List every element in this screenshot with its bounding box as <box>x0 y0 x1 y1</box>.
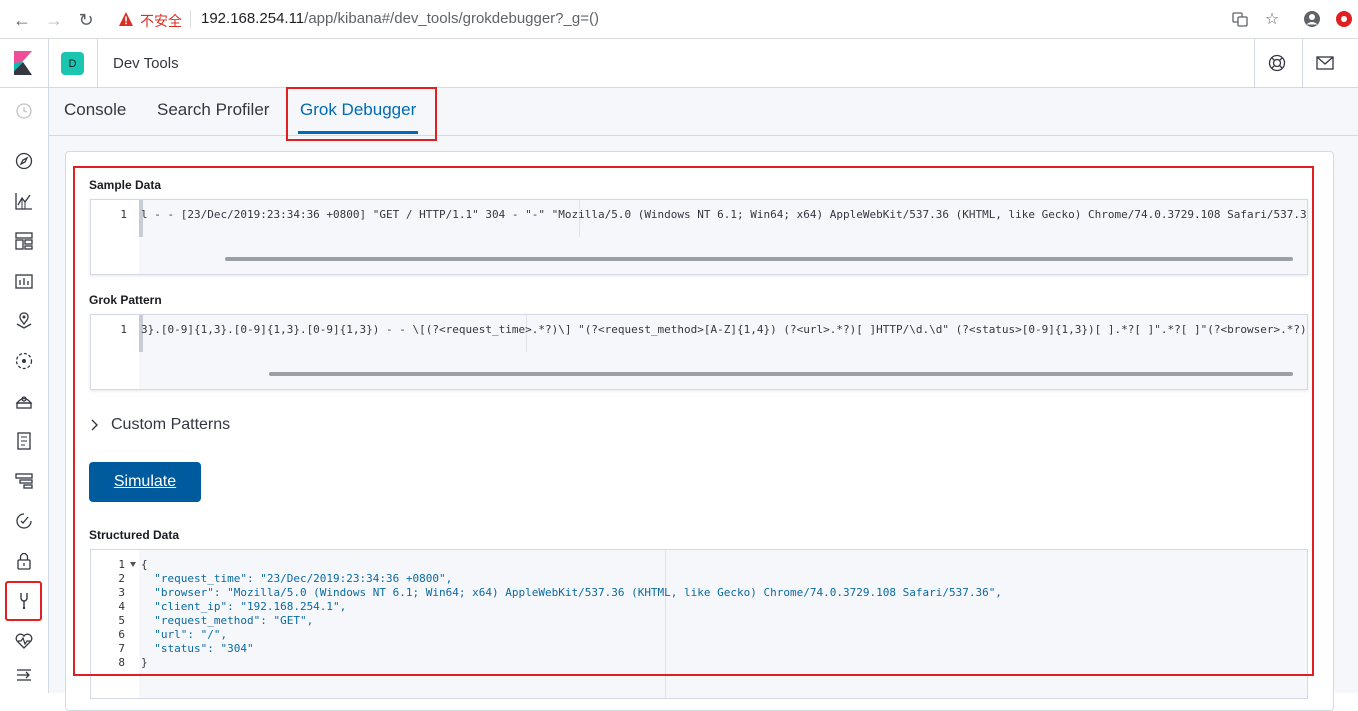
json-line: "status": "304" <box>141 642 254 655</box>
custom-patterns-toggle[interactable]: Custom Patterns <box>89 416 230 434</box>
json-line: { <box>141 558 148 571</box>
json-line: "browser": "Mozilla/5.0 (Windows NT 6.1;… <box>141 586 1002 599</box>
kibana-header: D Dev Tools <box>0 39 1358 88</box>
url-path: /app/kibana#/dev_tools/grokdebugger?_g=(… <box>304 10 599 27</box>
sample-data-label: Sample Data <box>89 178 162 192</box>
line-number: 1 <box>120 323 127 336</box>
dev-tools-tabs: Console Search Profiler Grok Debugger <box>49 87 1358 141</box>
line-number: 1 <box>120 208 127 221</box>
editor-content[interactable]: { "request_time": "23/Dec/2019:23:34:36 … <box>139 550 1307 698</box>
tab-search-profiler[interactable]: Search Profiler <box>155 100 271 134</box>
horizontal-scrollbar[interactable] <box>225 257 1293 261</box>
apm-icon[interactable] <box>12 469 36 493</box>
header-divider <box>1302 39 1303 87</box>
json-line: } <box>141 656 148 669</box>
translate-icon[interactable] <box>1229 8 1251 30</box>
infrastructure-icon[interactable] <box>12 389 36 413</box>
grok-pattern-label: Grok Pattern <box>89 293 162 307</box>
browser-toolbar: ← → ↻ 不安全 192.168.254.11/app/kibana#/dev… <box>0 0 1358 39</box>
grok-pattern-text: 3}.[0-9]{1,3}.[0-9]{1,3}.[0-9]{1,3}) - -… <box>141 323 1308 336</box>
help-icon[interactable] <box>1266 52 1288 74</box>
line-number: 8 <box>118 656 125 669</box>
back-icon[interactable]: ← <box>10 8 34 32</box>
editor-content[interactable]: l - - [23/Dec/2019:23:34:36 +0800] "GET … <box>139 200 1307 274</box>
json-line: "url": "/", <box>141 628 228 641</box>
logs-icon[interactable] <box>12 429 36 453</box>
tab-highlight-frame <box>286 87 437 141</box>
line-number: 2 <box>118 572 125 585</box>
url-separator <box>190 10 191 28</box>
discover-icon[interactable] <box>12 149 36 173</box>
tab-console[interactable]: Console <box>62 100 128 134</box>
url-host: 192.168.254.11 <box>201 10 305 27</box>
dashboard-icon[interactable] <box>12 229 36 253</box>
line-number: 1 <box>118 558 125 571</box>
editor-content[interactable]: 3}.[0-9]{1,3}.[0-9]{1,3}.[0-9]{1,3}) - -… <box>139 315 1307 389</box>
uptime-icon[interactable] <box>12 509 36 533</box>
header-divider <box>1254 39 1255 87</box>
json-line: "client_ip": "192.168.254.1", <box>141 600 347 613</box>
structured-data-label: Structured Data <box>89 528 180 542</box>
insecure-label[interactable]: 不安全 <box>140 11 182 31</box>
kibana-logo[interactable] <box>12 51 34 75</box>
dev-tools-icon[interactable] <box>12 589 36 613</box>
profile-icon[interactable] <box>1301 8 1323 30</box>
horizontal-scrollbar[interactable] <box>269 372 1293 376</box>
structured-data-output[interactable]: 1 2 3 4 5 6 7 8 { "request_time": "23/De… <box>90 549 1308 699</box>
warning-icon <box>119 12 133 26</box>
fold-arrow-icon[interactable] <box>130 562 136 567</box>
side-nav <box>0 88 49 693</box>
chevron-right-icon <box>91 419 98 431</box>
line-number: 3 <box>118 586 125 599</box>
bookmark-star-icon[interactable]: ☆ <box>1261 8 1283 30</box>
main-content: Console Search Profiler Grok Debugger Sa… <box>49 87 1358 711</box>
forward-icon[interactable]: → <box>42 8 66 32</box>
recently-viewed-icon[interactable] <box>12 99 36 123</box>
line-number: 6 <box>118 628 125 641</box>
header-divider <box>48 39 49 87</box>
machine-learning-icon[interactable] <box>12 349 36 373</box>
json-line: "request_method": "GET", <box>141 614 314 627</box>
editor-gutter: 1 <box>91 200 139 274</box>
line-number: 7 <box>118 642 125 655</box>
line-number: 5 <box>118 614 125 627</box>
mail-icon[interactable] <box>1314 52 1336 74</box>
extension-icon[interactable] <box>1333 8 1355 30</box>
monitoring-icon[interactable] <box>12 629 36 653</box>
canvas-icon[interactable] <box>12 269 36 293</box>
page-title: Dev Tools <box>113 55 179 72</box>
sample-data-text: l - - [23/Dec/2019:23:34:36 +0800] "GET … <box>141 208 1308 221</box>
space-avatar[interactable]: D <box>61 52 84 75</box>
sample-data-editor[interactable]: 1 l - - [23/Dec/2019:23:34:36 +0800] "GE… <box>90 199 1308 275</box>
custom-patterns-label: Custom Patterns <box>111 416 231 433</box>
address-bar[interactable]: 192.168.254.11/app/kibana#/dev_tools/gro… <box>201 10 599 27</box>
grok-pattern-editor[interactable]: 1 3}.[0-9]{1,3}.[0-9]{1,3}.[0-9]{1,3}) -… <box>90 314 1308 390</box>
simulate-button[interactable]: Simulate <box>89 462 201 502</box>
header-divider <box>97 39 98 87</box>
editor-gutter: 1 <box>91 315 139 389</box>
print-margin <box>665 550 666 698</box>
visualize-icon[interactable] <box>12 189 36 213</box>
collapse-icon[interactable] <box>12 663 36 687</box>
reload-icon[interactable]: ↻ <box>74 8 98 32</box>
json-line: "request_time": "23/Dec/2019:23:34:36 +0… <box>141 572 453 585</box>
maps-icon[interactable] <box>12 309 36 333</box>
line-number: 4 <box>118 600 125 613</box>
editor-gutter: 1 2 3 4 5 6 7 8 <box>91 550 139 698</box>
siem-icon[interactable] <box>12 549 36 573</box>
